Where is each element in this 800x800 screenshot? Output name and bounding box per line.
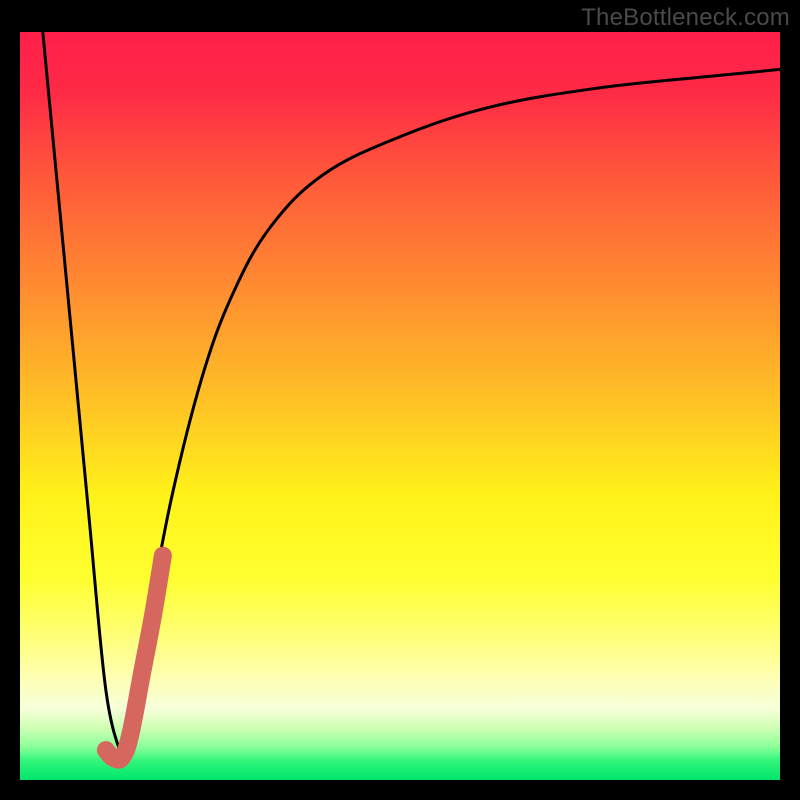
plot-area bbox=[20, 32, 780, 780]
chart-stage: TheBottleneck.com bbox=[0, 0, 800, 800]
watermark-text: TheBottleneck.com bbox=[581, 4, 790, 32]
plot-svg bbox=[20, 32, 780, 780]
